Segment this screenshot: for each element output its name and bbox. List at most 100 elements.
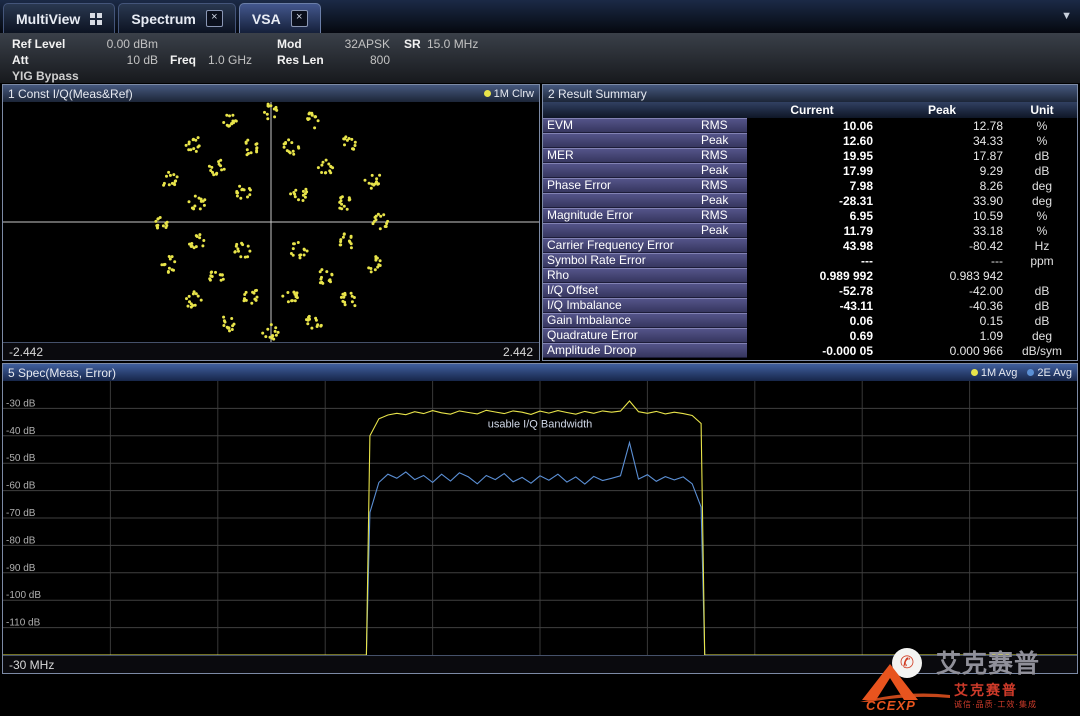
constellation-symbol-dot bbox=[343, 143, 346, 146]
result-summary-titlebar[interactable]: 2 Result Summary bbox=[543, 85, 1077, 102]
constellation-symbol-dot bbox=[253, 298, 256, 301]
constellation-symbol-dot bbox=[159, 216, 162, 219]
result-cell-unit: % bbox=[1007, 119, 1077, 133]
result-cell-detail bbox=[701, 328, 747, 343]
constellation-symbol-dot bbox=[294, 195, 297, 198]
result-length-field[interactable]: Res Len 800 bbox=[277, 53, 390, 67]
ref-level-field[interactable]: Ref Level 0.00 dBm bbox=[12, 37, 158, 51]
result-row: Amplitude Droop-0.000 050.000 966dB/sym bbox=[543, 343, 1077, 358]
y-axis-label: -80 dB bbox=[6, 535, 36, 546]
trace1-label: 1M Clrw bbox=[494, 88, 534, 100]
constellation-symbol-dot bbox=[338, 207, 341, 210]
constellation-symbol-dot bbox=[283, 143, 286, 146]
constellation-symbol-dot bbox=[248, 250, 251, 253]
multiview-grid-icon bbox=[90, 13, 102, 25]
constellation-symbol-dot bbox=[342, 236, 345, 239]
constellation-window-title: 1 Const I/Q(Meas&Ref) bbox=[8, 87, 133, 101]
constellation-window-titlebar[interactable]: 1 Const I/Q(Meas&Ref) 1M Clrw bbox=[3, 85, 539, 102]
close-icon[interactable]: × bbox=[291, 10, 308, 27]
constellation-symbol-dot bbox=[188, 243, 191, 246]
constellation-symbol-dot bbox=[247, 245, 250, 248]
spectrum-window-titlebar[interactable]: 5 Spec(Meas, Error) 1M Avg 2E Avg bbox=[3, 364, 1077, 381]
result-cell-unit: dB bbox=[1007, 284, 1077, 298]
constellation-symbol-dot bbox=[339, 196, 342, 199]
constellation-symbol-dot bbox=[350, 292, 353, 295]
result-cell-detail: Peak bbox=[701, 133, 747, 148]
constellation-symbol-dot bbox=[239, 197, 242, 200]
yig-bypass-field[interactable]: YIG Bypass bbox=[12, 69, 79, 83]
watermark-a-logo bbox=[860, 662, 950, 702]
constellation-trace-legend: 1M Clrw bbox=[484, 88, 534, 100]
constellation-symbol-dot bbox=[209, 169, 212, 172]
constellation-symbol-dot bbox=[297, 241, 300, 244]
tab-vsa[interactable]: VSA × bbox=[239, 3, 321, 33]
result-row: Peak11.7933.18% bbox=[543, 223, 1077, 238]
result-cell-detail bbox=[701, 313, 747, 328]
constellation-symbol-dot bbox=[246, 148, 249, 151]
spectrum-trace-legend: 1M Avg 2E Avg bbox=[971, 367, 1072, 379]
chevron-down-icon[interactable]: ▼ bbox=[1061, 10, 1072, 22]
constellation-symbol-dot bbox=[192, 138, 195, 141]
tab-spectrum[interactable]: Spectrum × bbox=[118, 3, 236, 33]
constellation-symbol-dot bbox=[343, 233, 346, 236]
constellation-symbol-dot bbox=[214, 271, 217, 274]
close-icon[interactable]: × bbox=[206, 10, 223, 27]
constellation-symbol-dot bbox=[248, 193, 251, 196]
constellation-symbol-dot bbox=[219, 164, 222, 167]
trace1-color-dot bbox=[971, 369, 978, 376]
column-peak: Peak bbox=[877, 103, 1007, 117]
result-cell-parameter bbox=[543, 193, 701, 208]
constellation-symbol-dot bbox=[231, 114, 234, 117]
result-summary-title: 2 Result Summary bbox=[548, 87, 647, 101]
constellation-symbol-dot bbox=[198, 233, 201, 236]
constellation-symbol-dot bbox=[202, 239, 205, 242]
measurement-settings-bar: Ref Level 0.00 dBm Att 10 dB YIG Bypass … bbox=[0, 33, 1080, 83]
constellation-symbol-dot bbox=[322, 161, 325, 164]
constellation-symbol-dot bbox=[375, 181, 378, 184]
result-cell-parameter: Phase Error bbox=[543, 178, 701, 193]
constellation-symbol-dot bbox=[292, 254, 295, 257]
constellation-symbol-dot bbox=[228, 114, 231, 117]
attenuation-field[interactable]: Att 10 dB bbox=[12, 53, 158, 67]
constellation-symbol-dot bbox=[317, 166, 320, 169]
result-cell-peak: 34.33 bbox=[877, 134, 1007, 148]
constellation-symbol-dot bbox=[172, 269, 175, 272]
constellation-symbol-dot bbox=[241, 188, 244, 191]
constellation-symbol-dot bbox=[289, 192, 292, 195]
constellation-symbol-dot bbox=[370, 270, 373, 273]
x-axis-max-label: 2.442 bbox=[503, 345, 533, 359]
constellation-symbol-dot bbox=[286, 291, 289, 294]
result-summary-window: 2 Result Summary Current Peak Unit EVMRM… bbox=[542, 84, 1078, 361]
result-cell-detail bbox=[701, 298, 747, 313]
constellation-symbol-dot bbox=[308, 112, 311, 115]
result-cell-detail: RMS bbox=[701, 118, 747, 133]
result-cell-current: 43.98 bbox=[747, 239, 877, 253]
result-cell-parameter: EVM bbox=[543, 118, 701, 133]
y-axis-label: -90 dB bbox=[6, 563, 36, 574]
constellation-symbol-dot bbox=[209, 274, 212, 277]
result-cell-current: 10.06 bbox=[747, 119, 877, 133]
symbol-rate-field[interactable]: SR 15.0 MHz bbox=[404, 37, 478, 51]
constellation-symbol-dot bbox=[249, 189, 252, 192]
constellation-symbol-dot bbox=[353, 304, 356, 307]
result-cell-current: --- bbox=[747, 254, 877, 268]
tab-multiview[interactable]: MultiView bbox=[3, 3, 115, 33]
constellation-symbol-dot bbox=[195, 234, 198, 237]
constellation-symbol-dot bbox=[379, 227, 382, 230]
constellation-symbol-dot bbox=[302, 199, 305, 202]
tab-vsa-label: VSA bbox=[252, 11, 281, 27]
constellation-symbol-dot bbox=[296, 296, 299, 299]
result-cell-peak: 10.59 bbox=[877, 209, 1007, 223]
constellation-symbol-dot bbox=[340, 199, 343, 202]
spectrum-trace1-label: 1M Avg bbox=[981, 367, 1018, 379]
result-cell-peak: 33.90 bbox=[877, 194, 1007, 208]
constellation-symbol-dot bbox=[203, 204, 206, 207]
frequency-field[interactable]: Freq 1.0 GHz bbox=[170, 53, 252, 67]
constellation-symbol-dot bbox=[272, 338, 275, 341]
spectrum-trace2-label: 2E Avg bbox=[1037, 367, 1072, 379]
constellation-symbol-dot bbox=[314, 317, 317, 320]
result-cell-unit: dB/sym bbox=[1007, 344, 1077, 358]
constellation-symbol-dot bbox=[351, 295, 354, 298]
modulation-field[interactable]: Mod 32APSK bbox=[277, 37, 390, 51]
constellation-symbol-dot bbox=[305, 318, 308, 321]
